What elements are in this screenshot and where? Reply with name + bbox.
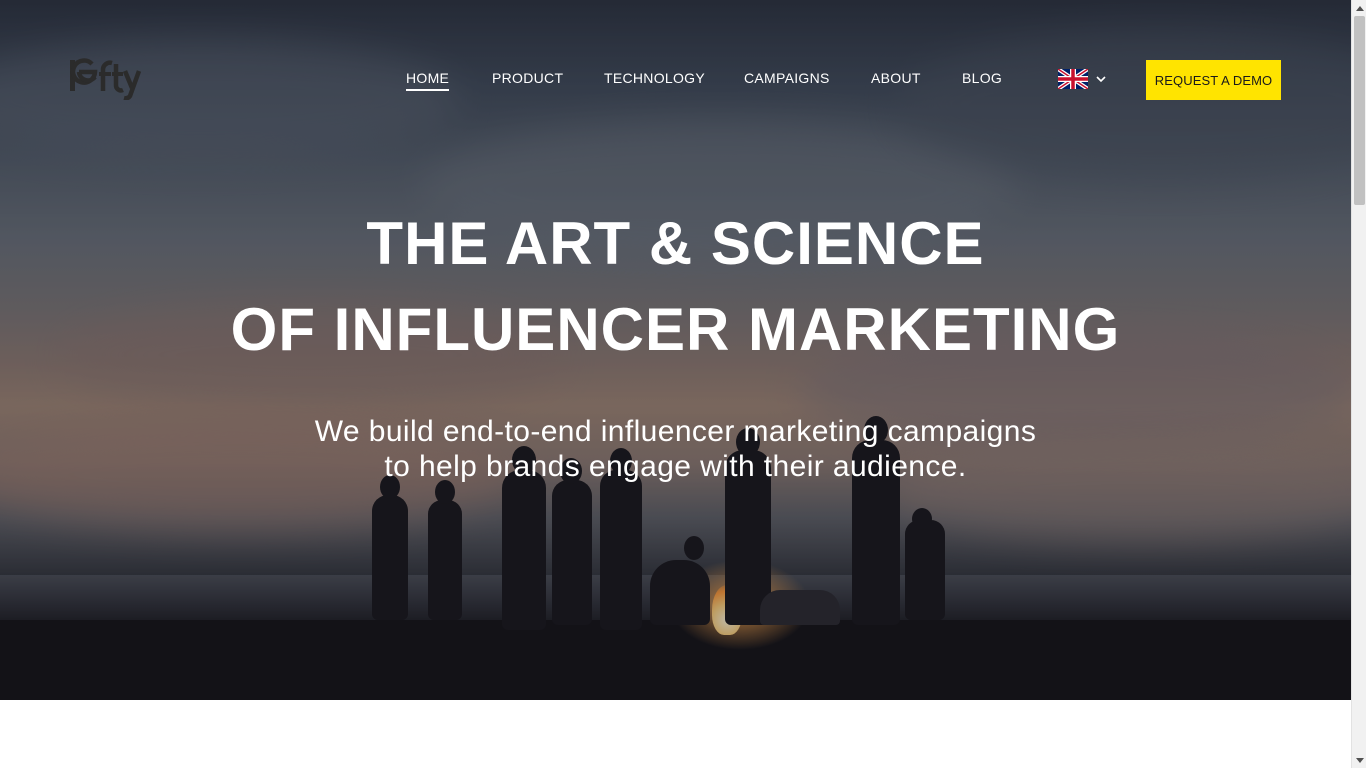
nav-item-about[interactable]: ABOUT xyxy=(871,70,921,86)
page-viewport: HOME PRODUCT TECHNOLOGY CAMPAIGNS ABOUT … xyxy=(0,0,1351,768)
hero-headline-line-2: OF INFLUENCER MARKETING xyxy=(230,296,1121,363)
uk-flag-icon xyxy=(1058,69,1088,89)
hero-subtitle-line-1: We build end-to-end influencer marketing… xyxy=(314,415,1037,448)
logo-wordmark-icon xyxy=(70,58,142,101)
chevron-down-icon xyxy=(1096,76,1106,83)
hero-section: HOME PRODUCT TECHNOLOGY CAMPAIGNS ABOUT … xyxy=(0,0,1351,700)
hero-headline-line-1: THE ART & SCIENCE xyxy=(366,210,985,277)
nav-item-product[interactable]: PRODUCT xyxy=(492,70,563,86)
nav-item-blog[interactable]: BLOG xyxy=(962,70,1002,86)
nav-item-home[interactable]: HOME xyxy=(406,70,450,91)
language-selector[interactable] xyxy=(1058,69,1110,91)
scroll-up-arrow-icon[interactable] xyxy=(1352,0,1366,15)
page-scrollbar[interactable] xyxy=(1351,0,1366,768)
hero-subtitle-line-2: to help brands engage with their audienc… xyxy=(384,450,967,483)
lefty-logo[interactable] xyxy=(70,58,142,101)
nav-item-campaigns[interactable]: CAMPAIGNS xyxy=(744,70,830,86)
request-demo-button[interactable]: REQUEST A DEMO xyxy=(1146,60,1281,100)
nav-item-technology[interactable]: TECHNOLOGY xyxy=(604,70,705,86)
scroll-down-arrow-icon[interactable] xyxy=(1352,753,1366,768)
scrollbar-thumb[interactable] xyxy=(1354,16,1365,205)
